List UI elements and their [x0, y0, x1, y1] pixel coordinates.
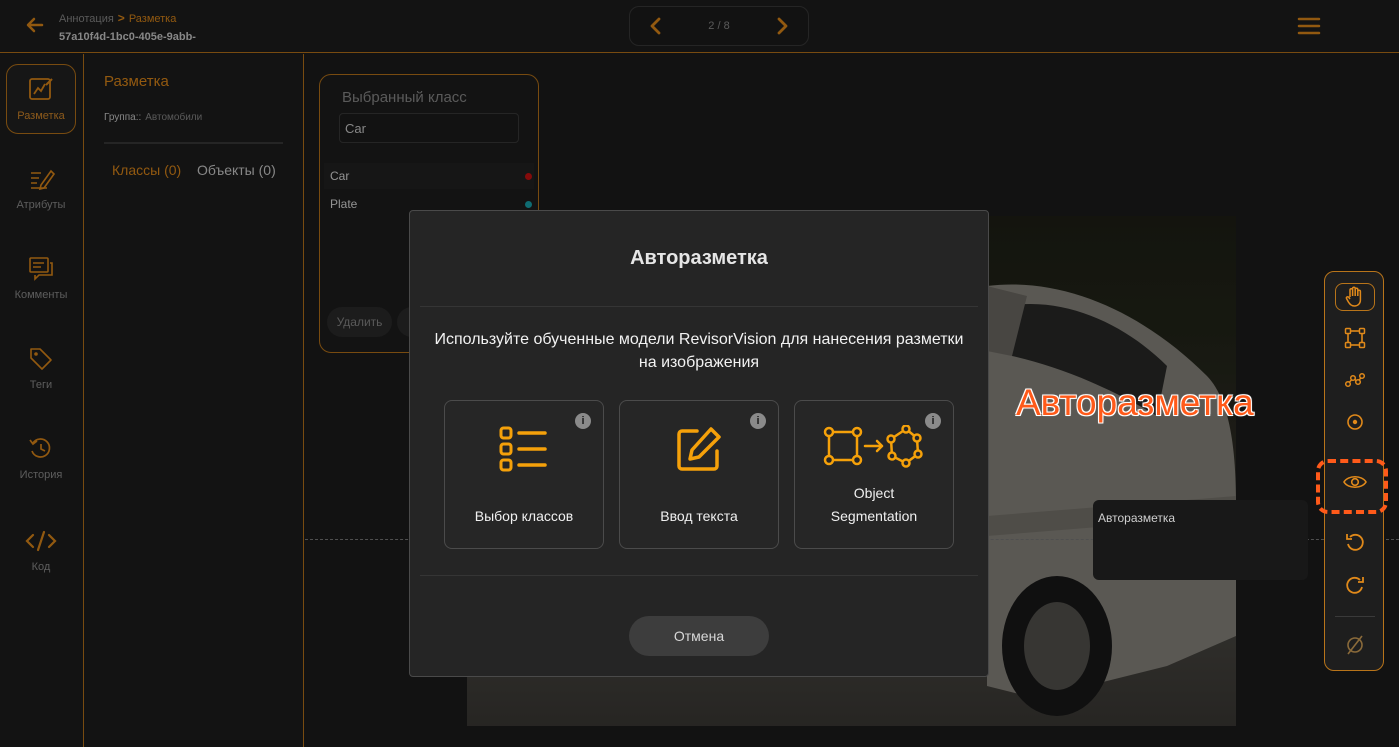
clear-icon	[1347, 635, 1363, 655]
option-label-line2: Segmentation	[830, 508, 918, 524]
object-segmentation-icon	[823, 425, 923, 468]
option-label: Ввод текста	[660, 508, 738, 524]
dialog-description: Используйте обученные модели RevisorVisi…	[434, 331, 964, 371]
callout-highlight	[1316, 459, 1388, 514]
option-object-segmentation[interactable]: i Object Segmentation	[794, 400, 954, 549]
undo-icon	[1346, 533, 1364, 551]
hand-icon	[1345, 286, 1362, 307]
cancel-button[interactable]: Отмена	[629, 616, 769, 656]
polygon-icon	[1344, 372, 1366, 388]
option-text-input[interactable]: i Ввод текста	[619, 400, 779, 549]
auto-markup-dialog: Авторазметка Используйте обученные модел…	[409, 210, 989, 677]
clear-tool[interactable]	[1335, 634, 1375, 662]
class-list-icon	[499, 426, 547, 472]
redo-icon	[1346, 576, 1364, 594]
callout-label: Авторазметка	[1016, 382, 1254, 423]
dialog-divider	[420, 575, 978, 576]
point-tool[interactable]	[1335, 411, 1375, 439]
redo-tool[interactable]	[1335, 574, 1375, 602]
dialog-divider	[420, 306, 978, 307]
toolbar-divider	[1335, 616, 1375, 617]
dialog-title: Авторазметка	[630, 247, 768, 269]
tool-tooltip: Авторазметка	[1093, 500, 1308, 580]
undo-tool[interactable]	[1335, 531, 1375, 559]
hand-tool[interactable]	[1335, 283, 1375, 311]
text-edit-icon	[677, 427, 721, 471]
option-label-line1: Object	[853, 485, 895, 501]
option-class-selection[interactable]: i Выбор классов	[444, 400, 604, 549]
bbox-tool[interactable]	[1335, 327, 1375, 355]
polygon-tool[interactable]	[1335, 369, 1375, 397]
bbox-icon	[1344, 327, 1366, 349]
point-icon	[1347, 414, 1363, 430]
option-label: Выбор классов	[474, 508, 574, 524]
